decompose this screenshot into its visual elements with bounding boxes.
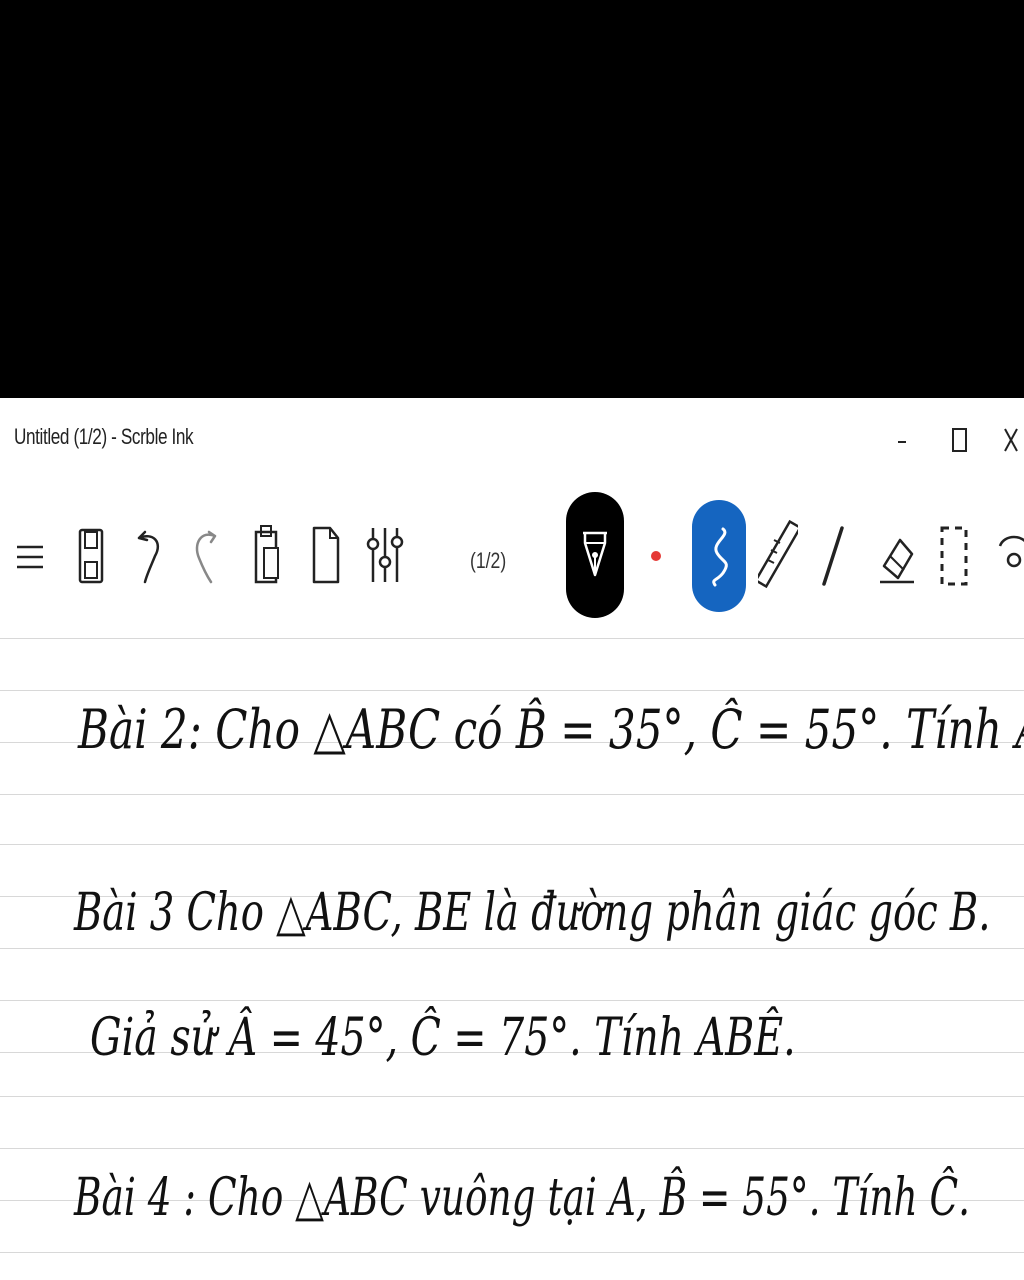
- ruled-line: [0, 794, 1024, 795]
- save-button[interactable]: [70, 524, 112, 588]
- settings-sliders-icon: [366, 528, 404, 582]
- minimize-button[interactable]: [884, 420, 924, 460]
- ruled-line: [0, 844, 1024, 845]
- new-page-button[interactable]: [304, 522, 346, 588]
- close-button[interactable]: [996, 420, 1024, 460]
- ink-canvas[interactable]: Bài 2: Cho △ABC có B̂ = 35°, Ĉ = 55°. Tí…: [0, 638, 1024, 1280]
- handwritten-line-bai-2: Bài 2: Cho △ABC có B̂ = 35°, Ĉ = 55°. Tí…: [78, 698, 1024, 761]
- new-page-icon: [312, 526, 340, 584]
- selection-tool-button[interactable]: [934, 518, 974, 594]
- ruled-line: [0, 948, 1024, 949]
- eraser-tool-button[interactable]: [874, 518, 920, 594]
- freehand-icon: [712, 527, 728, 587]
- undo-icon: [137, 530, 160, 584]
- app-window: Untitled (1/2) - Scrble Ink (1/2) Bài 2:…: [0, 398, 1024, 1280]
- menu-button[interactable]: [10, 530, 50, 584]
- ruled-line: [0, 1096, 1024, 1097]
- paste-button[interactable]: [246, 518, 288, 588]
- window-title: Untitled (1/2) - Scrble Ink: [14, 424, 194, 449]
- pen-tool-button[interactable]: [566, 492, 624, 618]
- ink-color-button[interactable]: [646, 546, 666, 566]
- ruler-icon: [758, 519, 798, 589]
- handwritten-line-bai-3-cont: Giả sử Â = 45°, Ĉ = 75°. Tính ABÊ.: [90, 1008, 796, 1068]
- redo-icon: [195, 530, 217, 584]
- menu-icon: [17, 545, 43, 569]
- save-icon: [78, 528, 104, 584]
- handwritten-line-bai-3: Bài 3 Cho △ABC, BE là đường phân giác gó…: [74, 883, 991, 943]
- ruled-line: [0, 638, 1024, 639]
- selection-icon: [940, 526, 968, 586]
- pen-nib-icon: [583, 531, 607, 577]
- ruled-line: [0, 1000, 1024, 1001]
- undo-button[interactable]: [128, 524, 170, 588]
- maximize-button[interactable]: [940, 420, 980, 460]
- ruled-line: [0, 1148, 1024, 1149]
- ruled-line: [0, 1252, 1024, 1253]
- close-icon: [1004, 428, 1018, 452]
- maximize-icon: [952, 428, 967, 452]
- line-tool-button[interactable]: [812, 518, 852, 594]
- handwritten-line-bai-4: Bài 4 : Cho △ABC vuông tại A, B̂ = 55°. …: [74, 1168, 971, 1228]
- minimize-icon: [898, 441, 906, 443]
- line-icon: [822, 526, 844, 586]
- redo-button[interactable]: [186, 524, 228, 588]
- title-bar: Untitled (1/2) - Scrble Ink: [0, 398, 1024, 484]
- ruler-tool-button[interactable]: [756, 514, 800, 594]
- lasso-icon: [998, 535, 1024, 568]
- settings-button[interactable]: [362, 522, 408, 588]
- page-indicator[interactable]: (1/2): [470, 548, 506, 574]
- ink-color-dot: [651, 551, 661, 561]
- ruled-line: [0, 690, 1024, 691]
- paste-icon: [254, 525, 279, 584]
- lasso-tool-button[interactable]: [994, 524, 1024, 588]
- eraser-icon: [880, 538, 914, 584]
- freehand-tool-button[interactable]: [692, 500, 746, 612]
- toolbar: (1/2): [0, 488, 1024, 638]
